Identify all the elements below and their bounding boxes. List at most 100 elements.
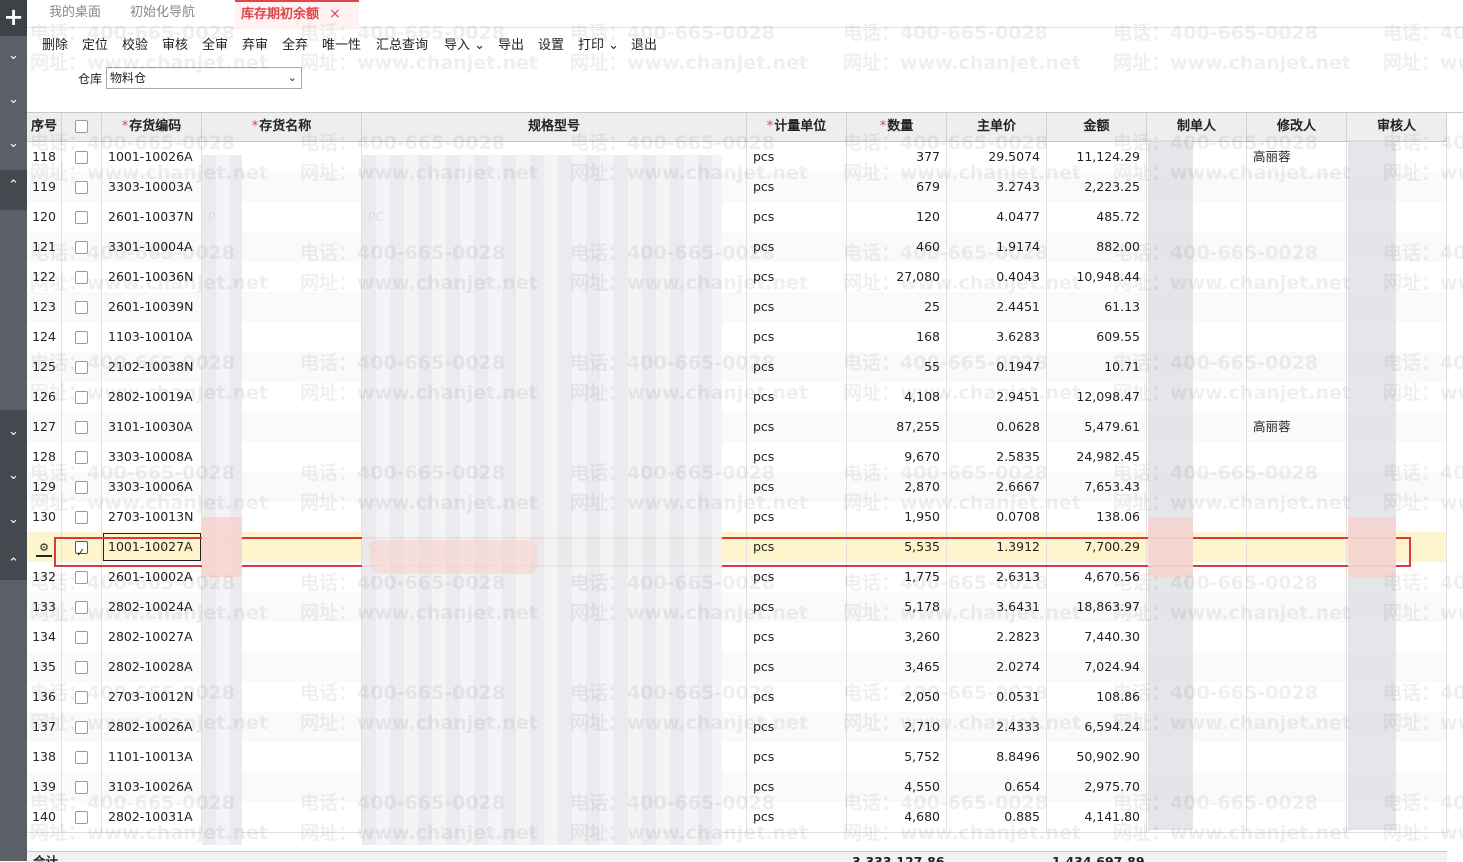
cell-inventory-code[interactable]: 3101-10030A [102,412,202,442]
row-checkbox[interactable] [75,181,88,194]
chevron-up-icon[interactable]: ⌃ [0,556,27,571]
row-checkbox[interactable] [75,391,88,404]
chevron-down-icon[interactable]: ⌄ [0,136,27,151]
cell-amount[interactable]: 24,982.45 [1047,442,1147,472]
cell-select[interactable] [62,142,102,172]
select-all-checkbox[interactable] [75,120,88,133]
cell-inventory-code[interactable]: 2802-10019A [102,382,202,412]
column-header-seq[interactable]: 序号 [27,113,62,141]
cell-inventory-code[interactable]: 1103-10010A [102,322,202,352]
cell-amount[interactable]: 882.00 [1047,232,1147,262]
cell-amount[interactable]: 7,700.29 [1047,532,1147,562]
row-checkbox[interactable] [75,151,88,164]
cell-unit[interactable]: pcs [747,562,847,592]
cell-unit[interactable]: pcs [747,742,847,772]
cell-unit-price[interactable]: 2.4333 [947,712,1047,742]
row-checkbox[interactable] [75,721,88,734]
cell-quantity[interactable]: 55 [847,352,947,382]
cell-unit[interactable]: pcs [747,142,847,172]
cell-select[interactable] [62,352,102,382]
cell-unit[interactable]: pcs [747,322,847,352]
cell-unit[interactable]: pcs [747,502,847,532]
cell-unit-price[interactable]: 3.6431 [947,592,1047,622]
column-header-inventory-name[interactable]: *存货名称 [202,113,362,141]
row-checkbox[interactable] [75,451,88,464]
cell-unit-price[interactable]: 0.4043 [947,262,1047,292]
chevron-down-icon[interactable]: ⌄ [0,48,27,63]
cell-quantity[interactable]: 120 [847,202,947,232]
cell-unit-price[interactable]: 3.6283 [947,322,1047,352]
row-checkbox[interactable] [75,691,88,704]
cell-quantity[interactable]: 2,870 [847,472,947,502]
cell-unit[interactable]: pcs [747,232,847,262]
cell-unit-price[interactable]: 2.2823 [947,622,1047,652]
cell-unit-price[interactable]: 2.5835 [947,442,1047,472]
print-dropdown[interactable]: 打印 ⌄ [578,34,619,53]
row-checkbox[interactable] [75,361,88,374]
column-header-auditor[interactable]: 审核人 [1347,113,1447,141]
cell-amount[interactable]: 4,141.80 [1047,802,1147,832]
column-header-amount[interactable]: 金额 [1047,113,1147,141]
cell-select[interactable] [62,292,102,322]
unaudit-all-button[interactable]: 全弃 [282,34,308,53]
cell-unit-price[interactable]: 0.1947 [947,352,1047,382]
cell-inventory-code[interactable]: 3303-10006A [102,472,202,502]
cell-inventory-code[interactable]: 2802-10024A [102,592,202,622]
tab-desktop[interactable]: 我的桌面 [43,0,107,27]
cell-inventory-code[interactable]: 2601-10036N [102,262,202,292]
cell-amount[interactable]: 7,024.94 [1047,652,1147,682]
row-checkbox[interactable] [75,331,88,344]
cell-quantity[interactable]: 168 [847,322,947,352]
column-header-quantity[interactable]: *数量 [847,113,947,141]
verify-button[interactable]: 校验 [122,34,148,53]
cell-unit[interactable]: pcs [747,292,847,322]
row-checkbox[interactable] [75,301,88,314]
uniqueness-button[interactable]: 唯一性 [322,34,361,53]
cell-amount[interactable]: 609.55 [1047,322,1147,352]
cell-select[interactable] [62,682,102,712]
cell-unit[interactable]: pcs [747,382,847,412]
cell-unit-price[interactable]: 0.885 [947,802,1047,832]
cell-inventory-code[interactable]: 2802-10031A [102,802,202,832]
column-header-select[interactable] [62,113,102,141]
cell-select[interactable] [62,622,102,652]
row-checkbox[interactable] [75,421,88,434]
cell-amount[interactable]: 2,975.70 [1047,772,1147,802]
cell-unit-price[interactable]: 29.5074 [947,142,1047,172]
cell-amount[interactable]: 7,653.43 [1047,472,1147,502]
cell-quantity[interactable]: 5,535 [847,532,947,562]
cell-inventory-code[interactable]: 2601-10037N [102,202,202,232]
cell-inventory-code[interactable]: 2802-10027A [102,622,202,652]
cell-unit[interactable]: pcs [747,442,847,472]
cell-unit[interactable]: pcs [747,592,847,622]
cell-amount[interactable]: 108.86 [1047,682,1147,712]
row-checkbox[interactable] [75,781,88,794]
column-header-unit-price[interactable]: 主单价 [947,113,1047,141]
cell-inventory-code[interactable]: 1001-10027A [102,532,202,562]
cell-unit-price[interactable]: 2.6667 [947,472,1047,502]
cell-select[interactable] [62,262,102,292]
cell-quantity[interactable]: 2,710 [847,712,947,742]
cell-select[interactable] [62,562,102,592]
unaudit-button[interactable]: 弃审 [242,34,268,53]
row-checkbox[interactable] [75,661,88,674]
row-checkbox[interactable] [75,481,88,494]
cell-unit[interactable]: pcs [747,772,847,802]
cell-unit[interactable]: pcs [747,172,847,202]
cell-amount[interactable]: 4,670.56 [1047,562,1147,592]
row-checkbox[interactable] [75,241,88,254]
cell-unit[interactable]: pcs [747,412,847,442]
delete-button[interactable]: 删除 [42,34,68,53]
cell-inventory-code[interactable]: 2601-10002A [102,562,202,592]
summary-query-button[interactable]: 汇总查询 [376,34,428,53]
row-checkbox[interactable] [75,751,88,764]
cell-amount[interactable]: 12,098.47 [1047,382,1147,412]
cell-select[interactable] [62,772,102,802]
cell-amount[interactable]: 61.13 [1047,292,1147,322]
row-checkbox[interactable] [75,811,88,824]
chevron-down-icon[interactable]: ⌄ [0,468,27,483]
cell-seq[interactable]: ⚙ [27,532,62,562]
cell-quantity[interactable]: 4,108 [847,382,947,412]
cell-inventory-code[interactable]: 2802-10028A [102,652,202,682]
cell-quantity[interactable]: 3,465 [847,652,947,682]
